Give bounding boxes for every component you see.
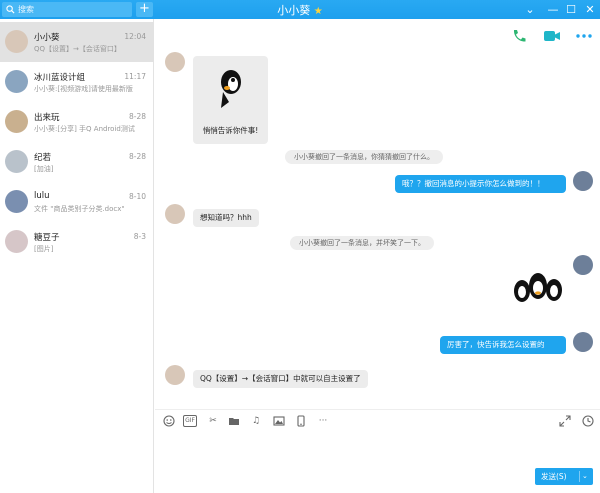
phone-call-icon[interactable] (510, 28, 528, 44)
conversation-list: 小小葵 12:04 QQ【设置】→【会话窗口】 冰川蓝设计组 11:17 小小葵… (0, 19, 154, 493)
conversation-time: 11:17 (124, 72, 146, 81)
title-bar: + 小小葵 ★ ⌄ — ☐ ✕ (0, 0, 600, 19)
send-separator (579, 471, 580, 482)
image-icon[interactable] (273, 415, 285, 427)
conversation-name: 纪若 (34, 153, 52, 163)
chat-title: 小小葵 (277, 4, 311, 17)
folder-icon[interactable] (228, 415, 240, 427)
conversation-item[interactable]: 出来玩 8-28 小小葵:[分享] 手Q Android测试 (0, 102, 154, 142)
avatar (5, 70, 28, 93)
conversation-time: 8-3 (133, 232, 146, 241)
recall-notice: 小小葵撤回了一条消息，并坏笑了一下。 (290, 236, 434, 250)
gif-icon[interactable]: GIF (183, 415, 197, 427)
sender-avatar[interactable] (165, 204, 185, 224)
avatar (5, 30, 28, 53)
conversation-name: 糖豆子 (34, 233, 60, 243)
history-clock-icon[interactable] (582, 415, 594, 427)
conversation-name: 冰川蓝设计组 (34, 73, 86, 83)
sticker-caption: 悄悄告诉你件事! (202, 126, 259, 135)
conversation-time: 8-28 (128, 112, 146, 121)
more-icon[interactable]: ··· (315, 415, 331, 427)
penguin-group-sticker-icon[interactable] (512, 271, 564, 305)
conversation-name: 出来玩 (34, 113, 60, 123)
conversation-preview: [加油] (34, 165, 54, 173)
sender-avatar[interactable] (165, 365, 185, 385)
chevron-down-icon[interactable]: ⌄ (582, 468, 588, 485)
search-input[interactable] (18, 5, 128, 14)
avatar (5, 230, 28, 253)
conversation-preview: 小小葵:[视频游戏]请使用最新版 (34, 85, 133, 93)
more-options-icon[interactable] (575, 28, 593, 44)
star-icon: ★ (313, 6, 323, 17)
sent-message[interactable]: 哦？？撤回消息的小提示你怎么做到的！！ (395, 175, 566, 193)
avatar (5, 190, 28, 213)
conversation-time: 12:04 (124, 32, 146, 41)
my-avatar[interactable] (573, 332, 593, 352)
conversation-item[interactable]: 纪若 8-28 [加油] (0, 142, 154, 182)
collapse-button[interactable]: ⌄ (520, 1, 540, 18)
search-icon (6, 5, 15, 14)
search-box[interactable] (2, 2, 132, 17)
conversation-item[interactable]: 小小葵 12:04 QQ【设置】→【会话窗口】 (0, 22, 154, 62)
sent-message[interactable]: 厉害了，快告诉我怎么设置的 (440, 336, 566, 354)
chat-panel: 悄悄告诉你件事! 小小葵撤回了一条消息，你猜猜撤回了什么。 哦？？撤回消息的小提… (155, 19, 600, 493)
close-button[interactable]: ✕ (580, 1, 600, 18)
input-toolbar: GIF ✂ ♫ ··· (155, 409, 600, 429)
conversation-item[interactable]: 冰川蓝设计组 11:17 小小葵:[视频游戏]请使用最新版 (0, 62, 154, 102)
recall-notice: 小小葵撤回了一条消息，你猜猜撤回了什么。 (285, 150, 443, 164)
my-avatar[interactable] (573, 171, 593, 191)
maximize-button[interactable]: ☐ (561, 1, 581, 18)
avatar (5, 110, 28, 133)
conversation-preview: 小小葵:[分享] 手Q Android测试 (34, 125, 135, 133)
emoji-icon[interactable] (163, 415, 175, 427)
conversation-item[interactable]: 糖豆子 8-3 [图片] (0, 222, 154, 262)
chat-actions (500, 19, 600, 51)
conversation-name: lulu (34, 191, 50, 201)
conversation-item[interactable]: lulu 8-10 文件 "商品类别子分类.docx" (0, 182, 154, 222)
penguin-sticker-icon (221, 70, 241, 108)
expand-icon[interactable] (559, 415, 571, 427)
phone-screen-icon[interactable] (295, 415, 307, 427)
conversation-time: 8-10 (128, 192, 146, 201)
sticker-message[interactable]: 悄悄告诉你件事! (193, 56, 268, 144)
conversation-preview: QQ【设置】→【会话窗口】 (34, 45, 121, 53)
music-icon[interactable]: ♫ (250, 415, 262, 427)
add-button[interactable]: + (136, 2, 153, 17)
send-button[interactable]: 发送(S) ⌄ (535, 468, 593, 485)
video-call-icon[interactable] (543, 28, 561, 44)
scissors-icon[interactable]: ✂ (207, 415, 219, 427)
received-message[interactable]: QQ【设置】→【会话窗口】中就可以自主设置了 (193, 370, 368, 388)
conversation-preview: 文件 "商品类别子分类.docx" (34, 205, 125, 213)
my-avatar[interactable] (573, 255, 593, 275)
send-label: 发送(S) (541, 472, 567, 481)
received-message[interactable]: 想知道吗？hhh (193, 209, 259, 227)
conversation-preview: [图片] (34, 245, 54, 253)
conversation-name: 小小葵 (34, 33, 60, 43)
sender-avatar[interactable] (165, 52, 185, 72)
avatar (5, 150, 28, 173)
conversation-time: 8-28 (128, 152, 146, 161)
minimize-button[interactable]: — (543, 1, 563, 18)
